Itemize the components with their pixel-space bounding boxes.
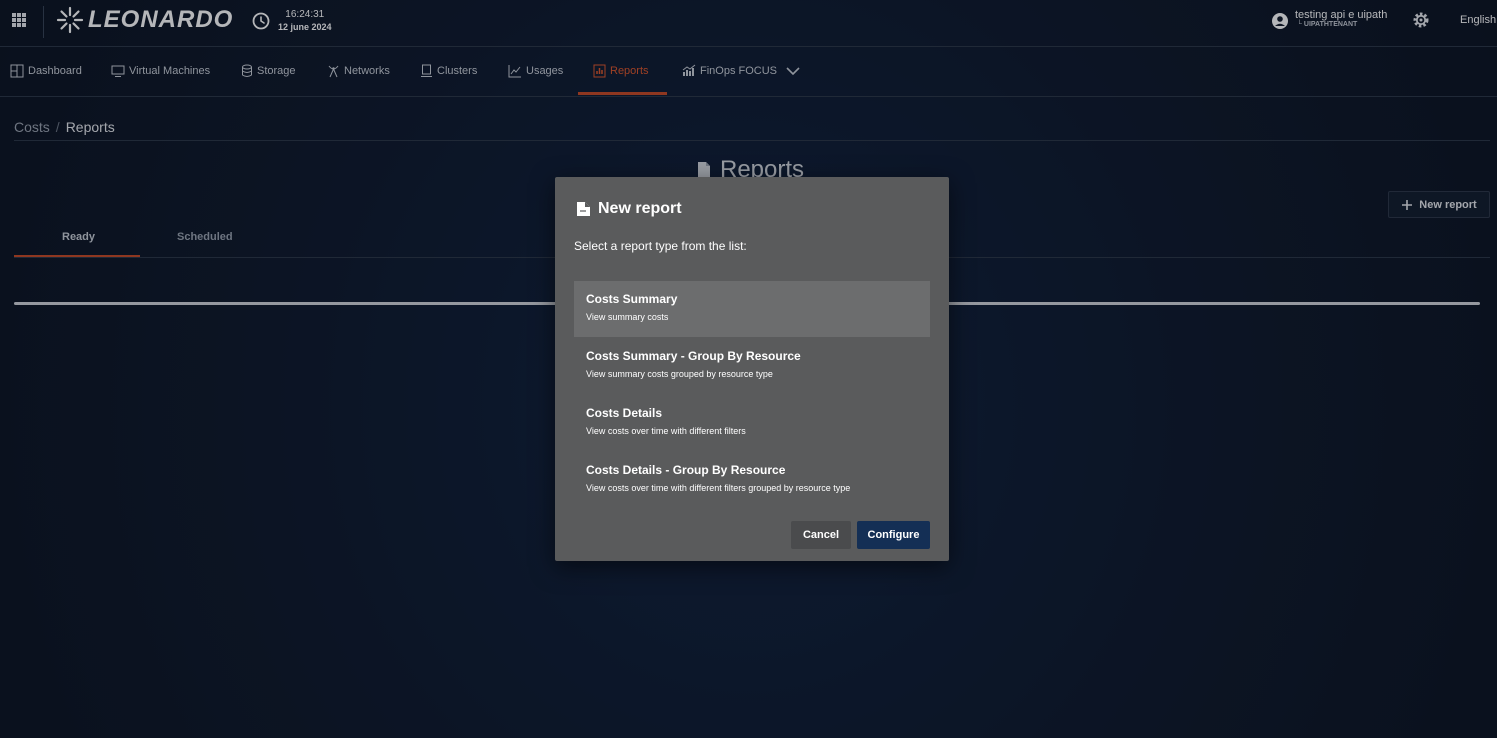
option-description: View costs over time with different filt… — [586, 483, 851, 493]
cancel-button[interactable]: Cancel — [791, 521, 851, 549]
configure-button[interactable]: Configure — [857, 521, 930, 549]
option-title: Costs Details — [586, 406, 663, 420]
dialog-title: New report — [576, 200, 682, 218]
option-description: View summary costs — [586, 312, 669, 322]
option-title: Costs Details - Group By Resource — [586, 463, 786, 477]
report-option-costs-details-group-by-resource[interactable]: Costs Details - Group By Resource View c… — [574, 452, 930, 508]
report-option-costs-summary[interactable]: Costs Summary View summary costs — [574, 281, 930, 337]
document-icon — [577, 202, 590, 216]
dialog-subtitle: Select a report type from the list: — [574, 239, 747, 253]
option-description: View summary costs grouped by resource t… — [586, 369, 773, 379]
report-option-costs-summary-group-by-resource[interactable]: Costs Summary - Group By Resource View s… — [574, 338, 930, 394]
report-option-costs-details[interactable]: Costs Details View costs over time with … — [574, 395, 930, 451]
option-title: Costs Summary — [586, 292, 678, 306]
new-report-dialog: New report Select a report type from the… — [555, 177, 949, 561]
option-description: View costs over time with different filt… — [586, 426, 746, 436]
option-title: Costs Summary - Group By Resource — [586, 349, 801, 363]
